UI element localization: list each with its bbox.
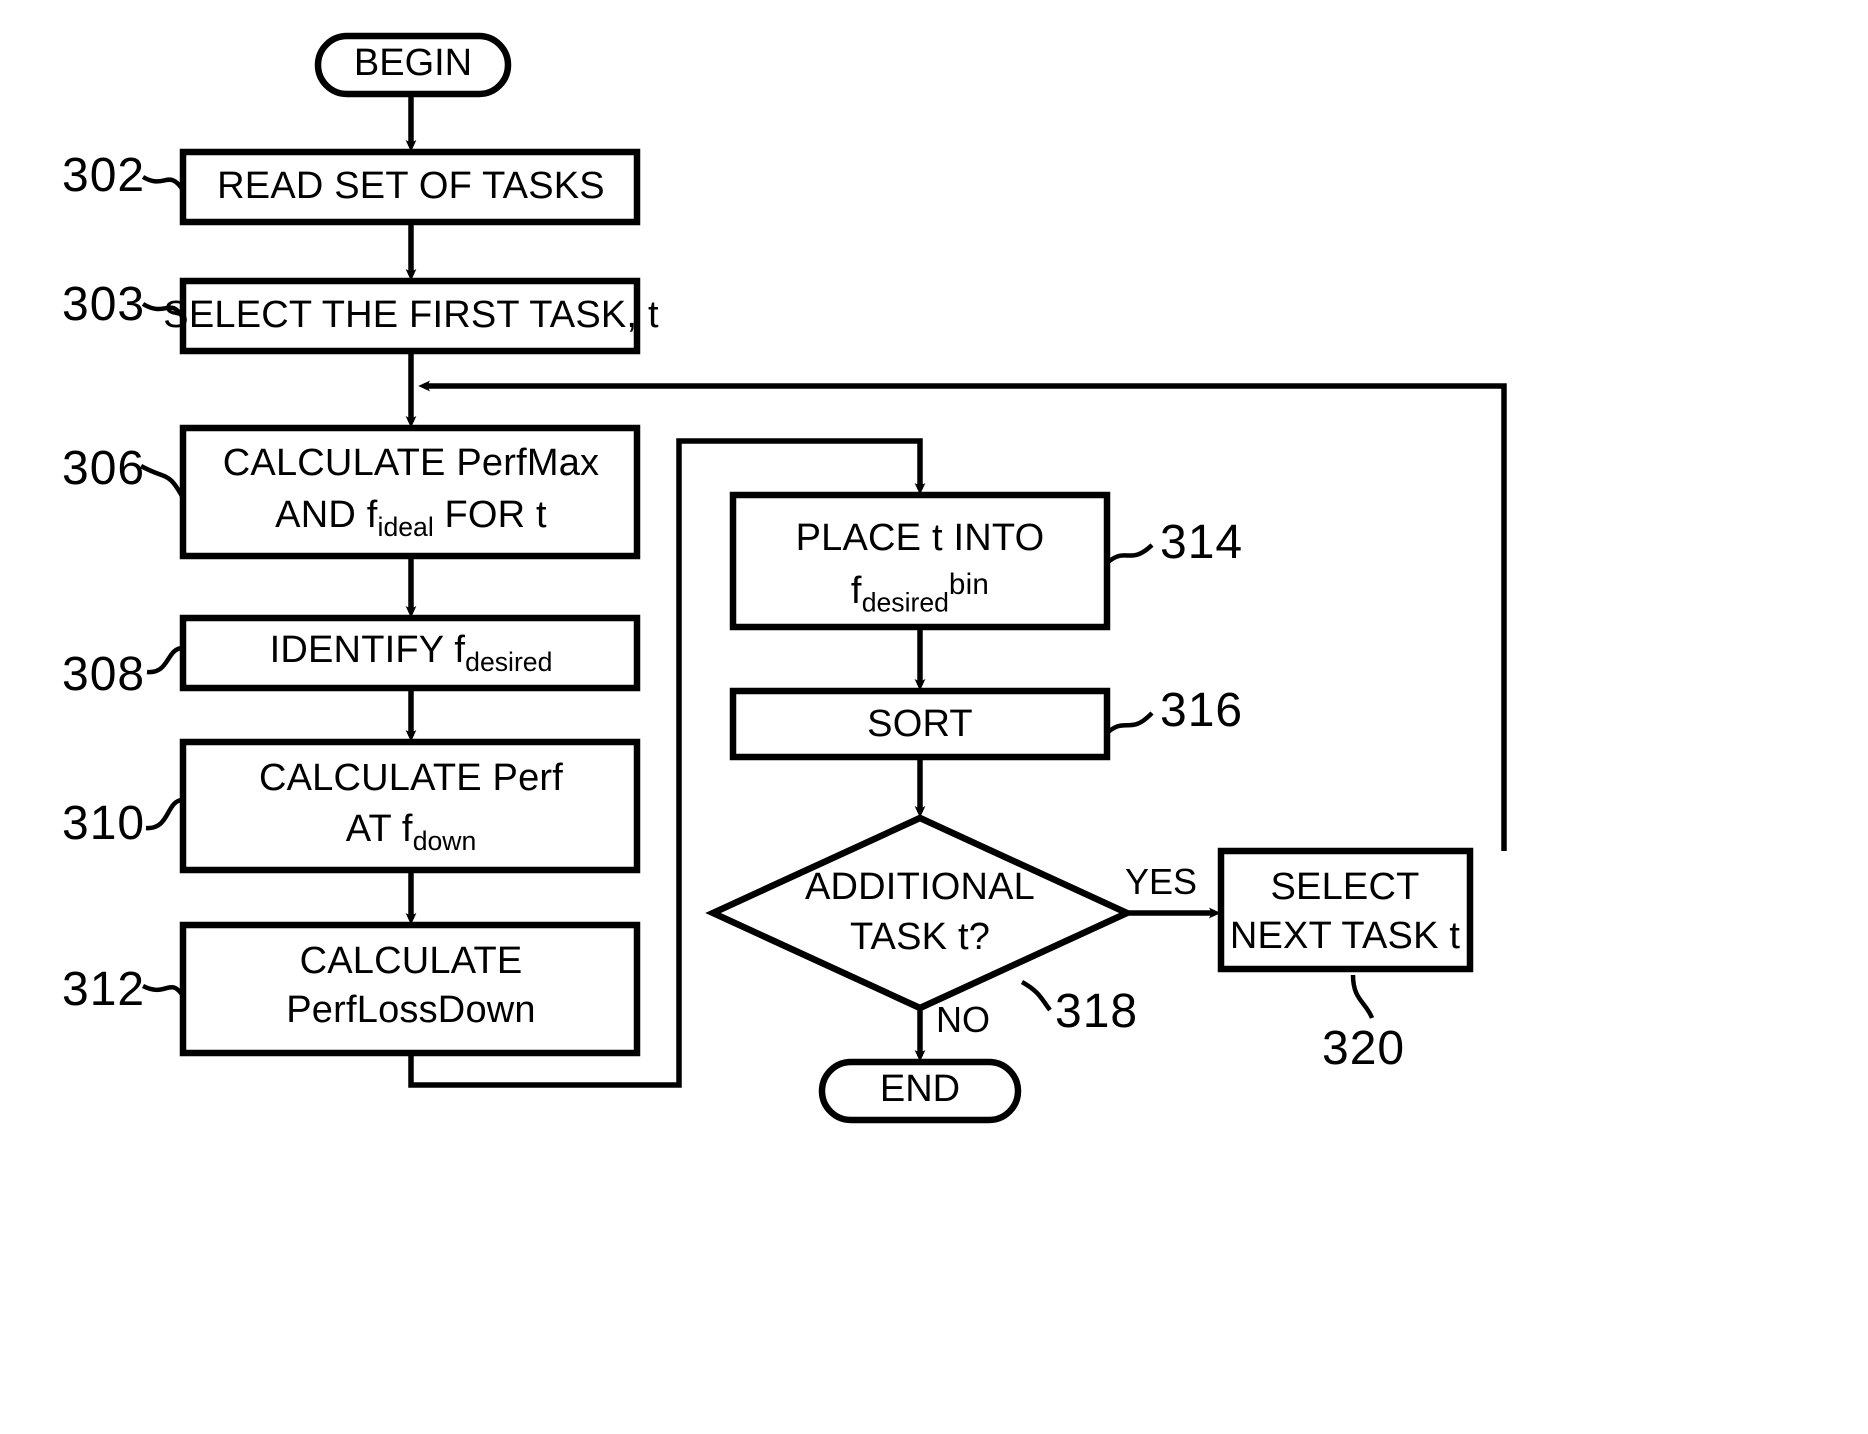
ref-314: 314 <box>1160 516 1244 569</box>
ref-320: 320 <box>1322 1022 1406 1075</box>
node-314-line2-subscript: desired <box>861 587 949 618</box>
node-306-line2-suffix: FOR t <box>433 494 547 536</box>
node-318-label-line1: ADDITIONAL <box>804 866 1036 908</box>
ref-312: 312 <box>62 963 146 1016</box>
ref-316: 316 <box>1160 684 1244 737</box>
node-308-subscript: desired <box>465 646 553 677</box>
ref-306: 306 <box>62 442 146 495</box>
node-320-label-line2: NEXT TASK t <box>1229 915 1461 957</box>
node-310-line2-prefix: AT f <box>345 808 413 850</box>
branch-label-yes: YES <box>1125 861 1198 902</box>
node-310-line2-subscript: down <box>412 825 477 856</box>
ref-302: 302 <box>62 149 146 202</box>
leader-306 <box>139 464 185 500</box>
branch-label-no: NO <box>936 999 990 1040</box>
leader-302 <box>141 175 185 192</box>
leader-316 <box>1105 711 1154 735</box>
node-312-label-line2: PerfLossDown <box>286 989 536 1031</box>
end-terminal-label: END <box>879 1068 961 1110</box>
ref-308: 308 <box>62 648 146 701</box>
figure-canvas: BEGIN READ SET OF TASKS 302 SELECT THE F… <box>0 0 1868 1434</box>
ref-303: 303 <box>62 278 146 331</box>
node-316-label: SORT <box>867 703 973 745</box>
node-314-line2-prefix: f <box>850 569 862 612</box>
node-306-label-line2: AND fideal FOR t <box>275 494 547 543</box>
node-314-label-line1: PLACE t INTO <box>795 517 1045 559</box>
node-318-shape <box>705 814 1135 1012</box>
node-306-line2-subscript: ideal <box>377 511 434 542</box>
node-312-label-line1: CALCULATE <box>299 940 523 982</box>
node-306-line2-prefix: AND f <box>275 494 378 536</box>
node-303-label: SELECT THE FIRST TASK, t <box>163 294 659 336</box>
ref-310: 310 <box>62 797 146 850</box>
node-320-label-line1: SELECT <box>1270 866 1420 908</box>
node-302-label: READ SET OF TASKS <box>217 165 605 207</box>
leader-320 <box>1350 974 1375 1019</box>
leader-308 <box>146 645 184 675</box>
node-314-line2-superscript: bin <box>948 568 990 601</box>
node-306-label-line1: CALCULATE PerfMax <box>222 442 600 484</box>
ref-318: 318 <box>1055 985 1139 1038</box>
node-310-label-line2: AT fdown <box>346 808 477 857</box>
leader-310 <box>145 797 184 831</box>
node-308-label: IDENTIFY fdesired <box>270 629 553 678</box>
node-308-prefix: IDENTIFY f <box>269 629 466 671</box>
node-318-label-line2: TASK t? <box>849 916 991 958</box>
node-314-label-line2: fdesiredbin <box>851 568 989 618</box>
node-310-label-line1: CALCULATE Perf <box>258 757 564 799</box>
begin-terminal-label: BEGIN <box>353 42 473 84</box>
leader-312 <box>141 983 185 998</box>
leader-318 <box>1020 980 1052 1012</box>
leader-314 <box>1105 543 1154 565</box>
